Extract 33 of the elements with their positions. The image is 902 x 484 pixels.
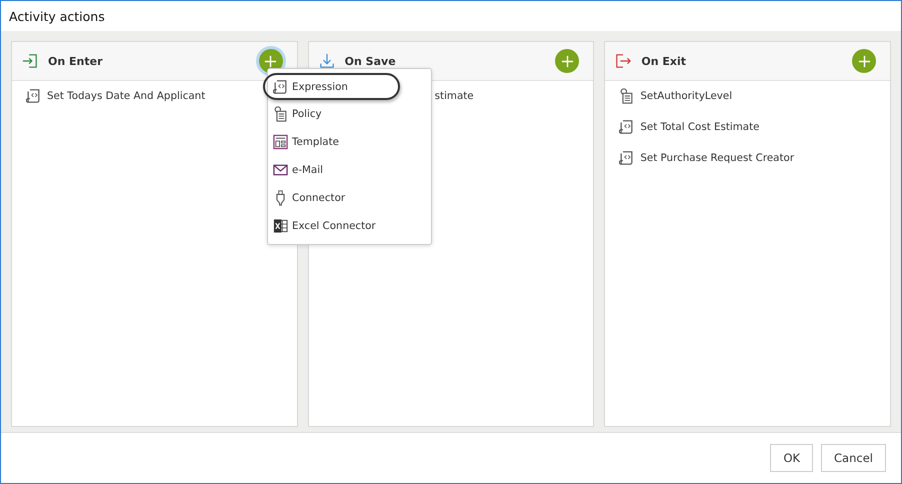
plus-icon — [560, 54, 574, 68]
action-item[interactable]: Set Purchase Request Creator — [640, 152, 794, 164]
action-item[interactable]: SetAuthorityLevel — [640, 90, 732, 102]
menu-item[interactable]: e-Mail — [273, 156, 323, 184]
add-button[interactable] — [852, 49, 876, 73]
enter-icon — [22, 53, 38, 69]
script-icon — [26, 88, 41, 104]
dialog-button[interactable]: OK — [770, 444, 814, 472]
action-item[interactable]: Set Total Cost Estimate — [640, 121, 760, 133]
menu-item[interactable]: Expression — [263, 73, 400, 100]
policy-document-icon — [273, 106, 288, 122]
policy-document-icon — [619, 88, 634, 104]
plus-icon — [858, 54, 871, 68]
dialog-button[interactable]: Cancel — [821, 444, 886, 472]
action-item[interactable]: stimate — [434, 90, 474, 102]
panel-title: On Exit — [641, 54, 687, 68]
menu-item[interactable]: Connector — [273, 184, 346, 212]
template-icon — [273, 134, 288, 150]
add-button[interactable] — [555, 49, 580, 73]
spreadsheet-icon — [273, 218, 288, 234]
exit-icon — [615, 53, 632, 69]
menu-item[interactable]: Template — [273, 128, 339, 156]
download-icon — [318, 53, 335, 69]
script-icon — [273, 78, 288, 94]
panel-title: On Enter — [48, 54, 104, 68]
window-title: Activity actions — [9, 8, 105, 24]
script-icon — [619, 150, 634, 166]
action-item[interactable]: Set Todays Date And Applicant — [47, 90, 206, 102]
menu-item[interactable]: Policy — [273, 100, 322, 128]
envelope-icon — [273, 162, 288, 178]
panel-title: On Save — [344, 54, 397, 68]
menu-item[interactable]: Excel Connector — [273, 212, 376, 240]
script-icon — [619, 119, 634, 135]
